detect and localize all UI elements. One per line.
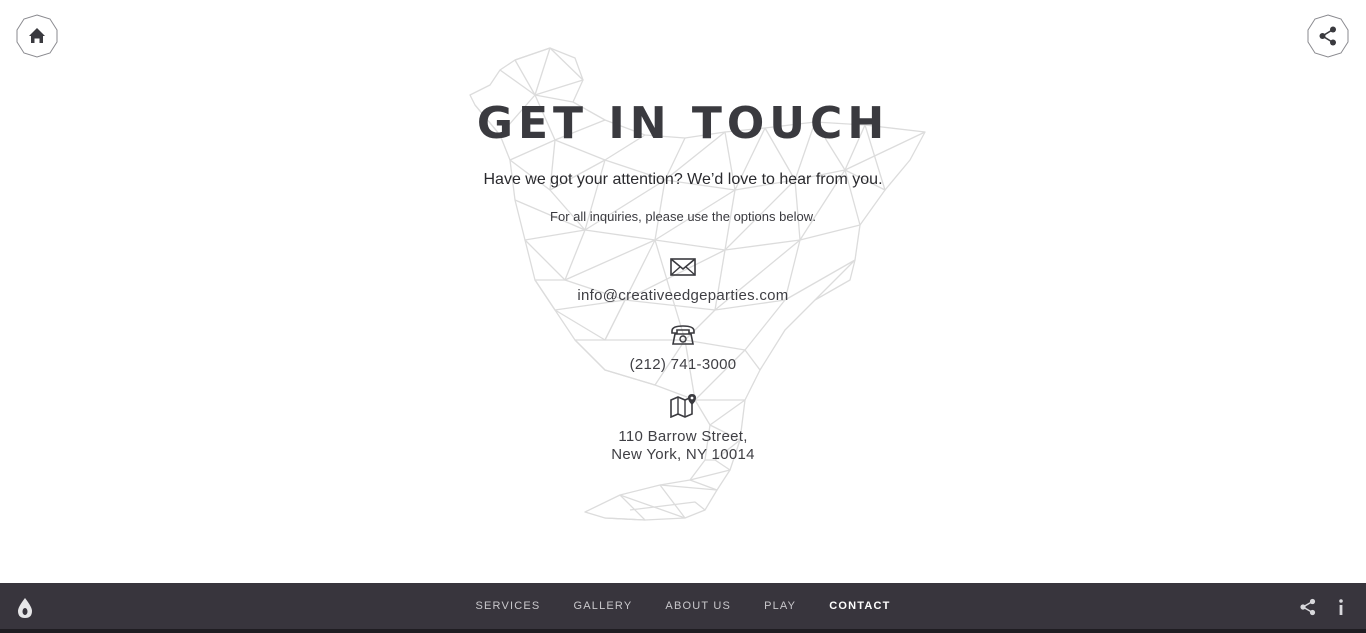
share-icon[interactable] (1299, 598, 1317, 616)
page-title: GET IN TOUCH (476, 98, 890, 149)
telephone-icon (668, 322, 698, 348)
footer-nav: SERVICES GALLERY ABOUT US PLAY CONTACT (0, 583, 1366, 629)
nav-item-gallery[interactable]: GALLERY (573, 600, 632, 612)
nav-item-services[interactable]: SERVICES (475, 600, 540, 612)
share-button[interactable] (1306, 14, 1350, 58)
home-icon (16, 14, 58, 58)
footer-bar: SERVICES GALLERY ABOUT US PLAY CONTACT (0, 583, 1366, 633)
page-subtitle: Have we got your attention? We’d love to… (483, 171, 883, 188)
share-icon (1307, 14, 1349, 58)
info-icon[interactable] (1333, 597, 1349, 617)
email-link[interactable]: info@creativeedgeparties.com (0, 287, 1366, 304)
nav-item-contact[interactable]: CONTACT (829, 600, 890, 612)
phone-link[interactable]: (212) 741-3000 (0, 356, 1366, 373)
contact-page: GET IN TOUCH Have we got your attention?… (0, 0, 1366, 633)
address-line-2[interactable]: New York, NY 10014 (0, 446, 1366, 463)
nav-item-about-us[interactable]: ABOUT US (665, 600, 731, 612)
map-pin-icon (668, 392, 698, 418)
address-line-1[interactable]: 110 Barrow Street, (0, 428, 1366, 445)
nav-item-play[interactable]: PLAY (764, 600, 796, 612)
home-button[interactable] (15, 14, 59, 58)
inquiries-note: For all inquiries, please use the option… (550, 209, 816, 224)
envelope-icon (668, 256, 698, 282)
